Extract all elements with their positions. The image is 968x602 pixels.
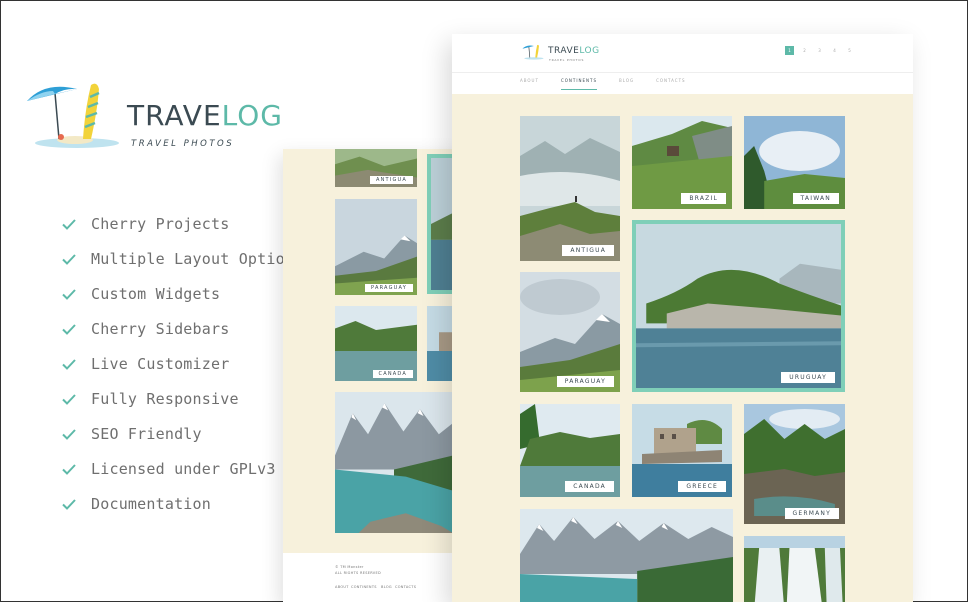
brand-name-part1: TRAVE <box>127 99 222 132</box>
snowy-mountain-photo <box>520 272 620 392</box>
front-page-mockup: TRAVELOG TRAVEL PHOTOS 1 2 3 4 5 ABOUT C… <box>452 34 913 602</box>
tile-label: CANADA <box>372 370 413 378</box>
mountain-range-photo <box>520 509 733 602</box>
feature-label: Licensed under GPLv3 <box>91 459 276 478</box>
tile-label: URUGUAY <box>781 372 835 383</box>
site-header: TRAVELOG TRAVEL PHOTOS 1 2 3 4 5 ABOUT C… <box>452 34 913 94</box>
pager-item[interactable]: 4 <box>830 46 839 55</box>
brand-logo-block[interactable]: TRAVELOG TRAVEL PHOTOS <box>25 79 282 155</box>
photo-tile-brazil[interactable]: BRAZIL <box>632 116 732 209</box>
brand-tagline: TRAVEL PHOTOS <box>131 139 235 149</box>
nav-divider <box>452 72 913 73</box>
site-logo-part1: TRAVE <box>548 46 580 56</box>
check-icon <box>62 463 76 475</box>
feature-label: Cherry Projects <box>91 214 230 233</box>
beach-umbrella-surfboard-icon <box>27 83 119 148</box>
tile-label: TAIWAN <box>792 193 839 204</box>
photo-tile-mountain-lake[interactable] <box>335 392 453 533</box>
nav-contacts[interactable]: CONTACTS <box>656 78 686 90</box>
feature-item: Cherry Projects <box>61 206 303 241</box>
pager-item[interactable]: 3 <box>815 46 824 55</box>
footer-rights: ALL RIGHTS RESERVED <box>335 571 382 575</box>
nav-continents[interactable]: CONTINENTS <box>560 78 597 90</box>
pager-item[interactable]: 5 <box>845 46 854 55</box>
main-nav: ABOUT CONTINENTS BLOG CONTACTS <box>520 78 686 90</box>
check-icon <box>62 428 76 440</box>
feature-label: Cherry Sidebars <box>91 319 230 338</box>
footer-nav-continents[interactable]: CONTINENTS <box>351 585 377 589</box>
feature-item: Live Customizer <box>61 346 303 381</box>
pager-item[interactable]: 2 <box>800 46 809 55</box>
photo-tile-antigua-small[interactable]: ANTIGUA <box>335 149 417 187</box>
photo-tile-taiwan[interactable]: TAIWAN <box>744 116 845 209</box>
photo-tile-germany[interactable]: GERMANY <box>744 404 845 524</box>
footer-nav-contacts[interactable]: CONTACTS <box>395 585 416 589</box>
tile-label: PARAGUAY <box>365 284 413 292</box>
back-page-mockup: ANTIGUA PARAGUAY CANADA © TM Monster ALL… <box>283 149 468 602</box>
site-logo-part2: LOG <box>579 46 600 56</box>
photo-tile-uruguay[interactable]: URUGUAY <box>632 220 845 392</box>
check-icon <box>62 358 76 370</box>
pager: 1 2 3 4 5 <box>785 46 854 55</box>
pager-item[interactable]: 1 <box>785 46 794 55</box>
feature-item: Licensed under GPLv3 <box>61 451 303 486</box>
feature-label: SEO Friendly <box>91 424 202 443</box>
brand-name-part2: LOG <box>221 99 283 132</box>
feature-item: Cherry Sidebars <box>61 311 303 346</box>
mountain-lake-photo <box>335 392 453 533</box>
back-page-footer: © TM Monster ALL RIGHTS RESERVED ABOUT C… <box>283 553 468 602</box>
feature-item: SEO Friendly <box>61 416 303 451</box>
check-icon <box>62 393 76 405</box>
photo-tile-waterfall[interactable] <box>744 536 845 602</box>
feature-label: Documentation <box>91 494 211 513</box>
feature-item: Documentation <box>61 486 303 521</box>
tile-label: ANTIGUA <box>562 245 614 256</box>
nav-blog[interactable]: BLOG <box>619 78 634 90</box>
feature-label: Multiple Layout Options <box>91 249 304 268</box>
check-icon <box>62 498 76 510</box>
photo-tile-paraguay[interactable]: PARAGUAY <box>520 272 620 392</box>
brand-wordmark: TRAVELOG <box>127 99 283 132</box>
photo-tile-mountain-range[interactable] <box>520 509 733 602</box>
photo-tile-paraguay-small[interactable]: PARAGUAY <box>335 199 417 295</box>
photo-tile-greece[interactable]: GREECE <box>632 404 732 497</box>
tile-label: ANTIGUA <box>369 176 413 184</box>
site-logo-wordmark[interactable]: TRAVELOG <box>548 46 600 56</box>
misty-mountain-photo <box>520 116 620 261</box>
feature-item: Custom Widgets <box>61 276 303 311</box>
photo-tile-canada[interactable]: CANADA <box>520 404 620 497</box>
feature-item: Fully Responsive <box>61 381 303 416</box>
feature-label: Live Customizer <box>91 354 230 373</box>
feature-item: Multiple Layout Options <box>61 241 303 276</box>
footer-copyright: © TM Monster <box>335 565 364 569</box>
footer-nav-about[interactable]: ABOUT <box>335 585 349 589</box>
tile-label: GREECE <box>678 481 726 492</box>
forest-river-photo <box>744 404 845 524</box>
nav-about[interactable]: ABOUT <box>520 78 539 90</box>
check-icon <box>62 323 76 335</box>
tile-label: CANADA <box>565 481 614 492</box>
footer-nav-blog[interactable]: BLOG <box>381 585 392 589</box>
feature-label: Fully Responsive <box>91 389 239 408</box>
island-lake-photo <box>636 224 841 388</box>
check-icon <box>62 288 76 300</box>
waterfall-photo <box>744 536 845 602</box>
tile-label: BRAZIL <box>681 193 726 204</box>
check-icon <box>62 218 76 230</box>
site-logo-tagline: TRAVEL PHOTOS <box>549 58 585 62</box>
tile-label: PARAGUAY <box>556 376 614 387</box>
check-icon <box>62 253 76 265</box>
feature-list: Cherry Projects Multiple Layout Options … <box>61 206 303 521</box>
mountain-photo <box>335 199 417 295</box>
photo-tile-canada-small[interactable]: CANADA <box>335 306 417 381</box>
tile-label: GERMANY <box>784 508 839 519</box>
beach-umbrella-surfboard-icon[interactable] <box>522 42 544 62</box>
photo-tile-antigua[interactable]: ANTIGUA <box>520 116 620 261</box>
feature-label: Custom Widgets <box>91 284 221 303</box>
